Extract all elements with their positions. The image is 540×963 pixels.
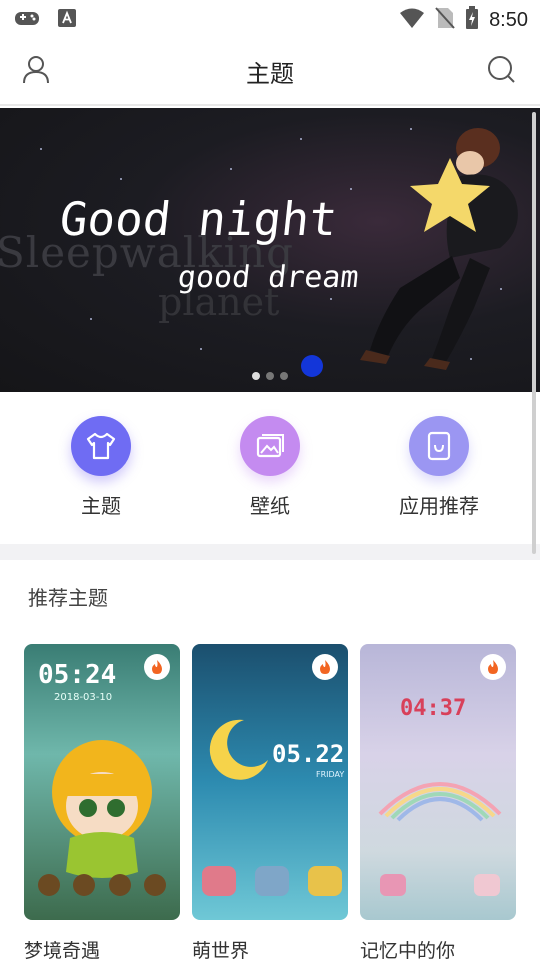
page-title: 主题 — [246, 60, 294, 88]
recommend-theme-list: 05:24 2018-03-10 梦境奇遇 05.22 FRIDAY 萌世界 0… — [0, 644, 540, 963]
hot-flame-icon — [144, 654, 170, 680]
section-divider — [0, 544, 540, 560]
quick-action-label: 壁纸 — [250, 494, 290, 518]
quick-action-label: 应用推荐 — [399, 494, 479, 518]
floating-dot[interactable] — [301, 355, 323, 377]
dock-icons — [38, 874, 166, 904]
tshirt-icon — [71, 416, 131, 476]
app-box-icon — [409, 416, 469, 476]
battery-charging-icon — [465, 6, 479, 34]
theme-card[interactable]: 05:24 2018-03-10 — [24, 644, 180, 920]
doll-illustration — [52, 740, 152, 878]
search-icon[interactable] — [486, 54, 518, 86]
sleepwalker-illustration — [360, 128, 518, 370]
dock-icons — [380, 874, 500, 896]
theme-preview-date: 2018-03-10 — [54, 692, 113, 703]
hot-flame-icon — [480, 654, 506, 680]
theme-preview-clock: 05.22 — [272, 740, 345, 768]
theme-preview-day: FRIDAY — [316, 770, 345, 779]
banner-carousel[interactable]: Sleepwalking planet Good night good drea… — [0, 108, 540, 392]
theme-name[interactable]: 记忆中的你 — [360, 936, 455, 963]
picture-icon — [240, 416, 300, 476]
moon-illustration — [209, 719, 268, 780]
font-a-icon — [58, 9, 76, 31]
theme-name[interactable]: 萌世界 — [192, 936, 249, 963]
theme-card[interactable]: 04:37 — [360, 644, 516, 920]
theme-name[interactable]: 梦境奇遇 — [24, 936, 100, 963]
quick-action-wallpaper[interactable]: 壁纸 — [190, 416, 350, 519]
carousel-dot — [280, 372, 288, 380]
status-bar: 8:50 — [0, 0, 540, 36]
theme-preview-clock: 05:24 — [38, 660, 117, 690]
wifi-icon — [399, 7, 425, 33]
clock-text: 8:50 — [489, 8, 528, 31]
dock-icons — [202, 866, 342, 896]
top-app-bar: 主题 — [0, 36, 540, 106]
carousel-indicator — [252, 372, 288, 380]
quick-action-themes[interactable]: 主题 — [21, 416, 181, 519]
banner-subheadline: good dream — [176, 260, 361, 295]
rainbow-illustration — [378, 782, 502, 822]
hot-flame-icon — [312, 654, 338, 680]
scrollbar[interactable] — [532, 112, 536, 554]
theme-preview-clock: 04:37 — [400, 696, 467, 721]
quick-actions: 主题 壁纸 应用推荐 — [0, 392, 540, 544]
gamepad-icon — [14, 8, 40, 32]
quick-action-app-recommend[interactable]: 应用推荐 — [359, 416, 519, 519]
quick-action-label: 主题 — [81, 494, 121, 518]
recommend-section-title: 推荐主题 — [28, 586, 108, 610]
carousel-dot — [266, 372, 274, 380]
theme-card[interactable]: 05.22 FRIDAY — [192, 644, 348, 920]
no-sim-icon — [435, 6, 455, 34]
carousel-dot — [252, 372, 260, 380]
banner-headline: Good night — [57, 192, 340, 246]
